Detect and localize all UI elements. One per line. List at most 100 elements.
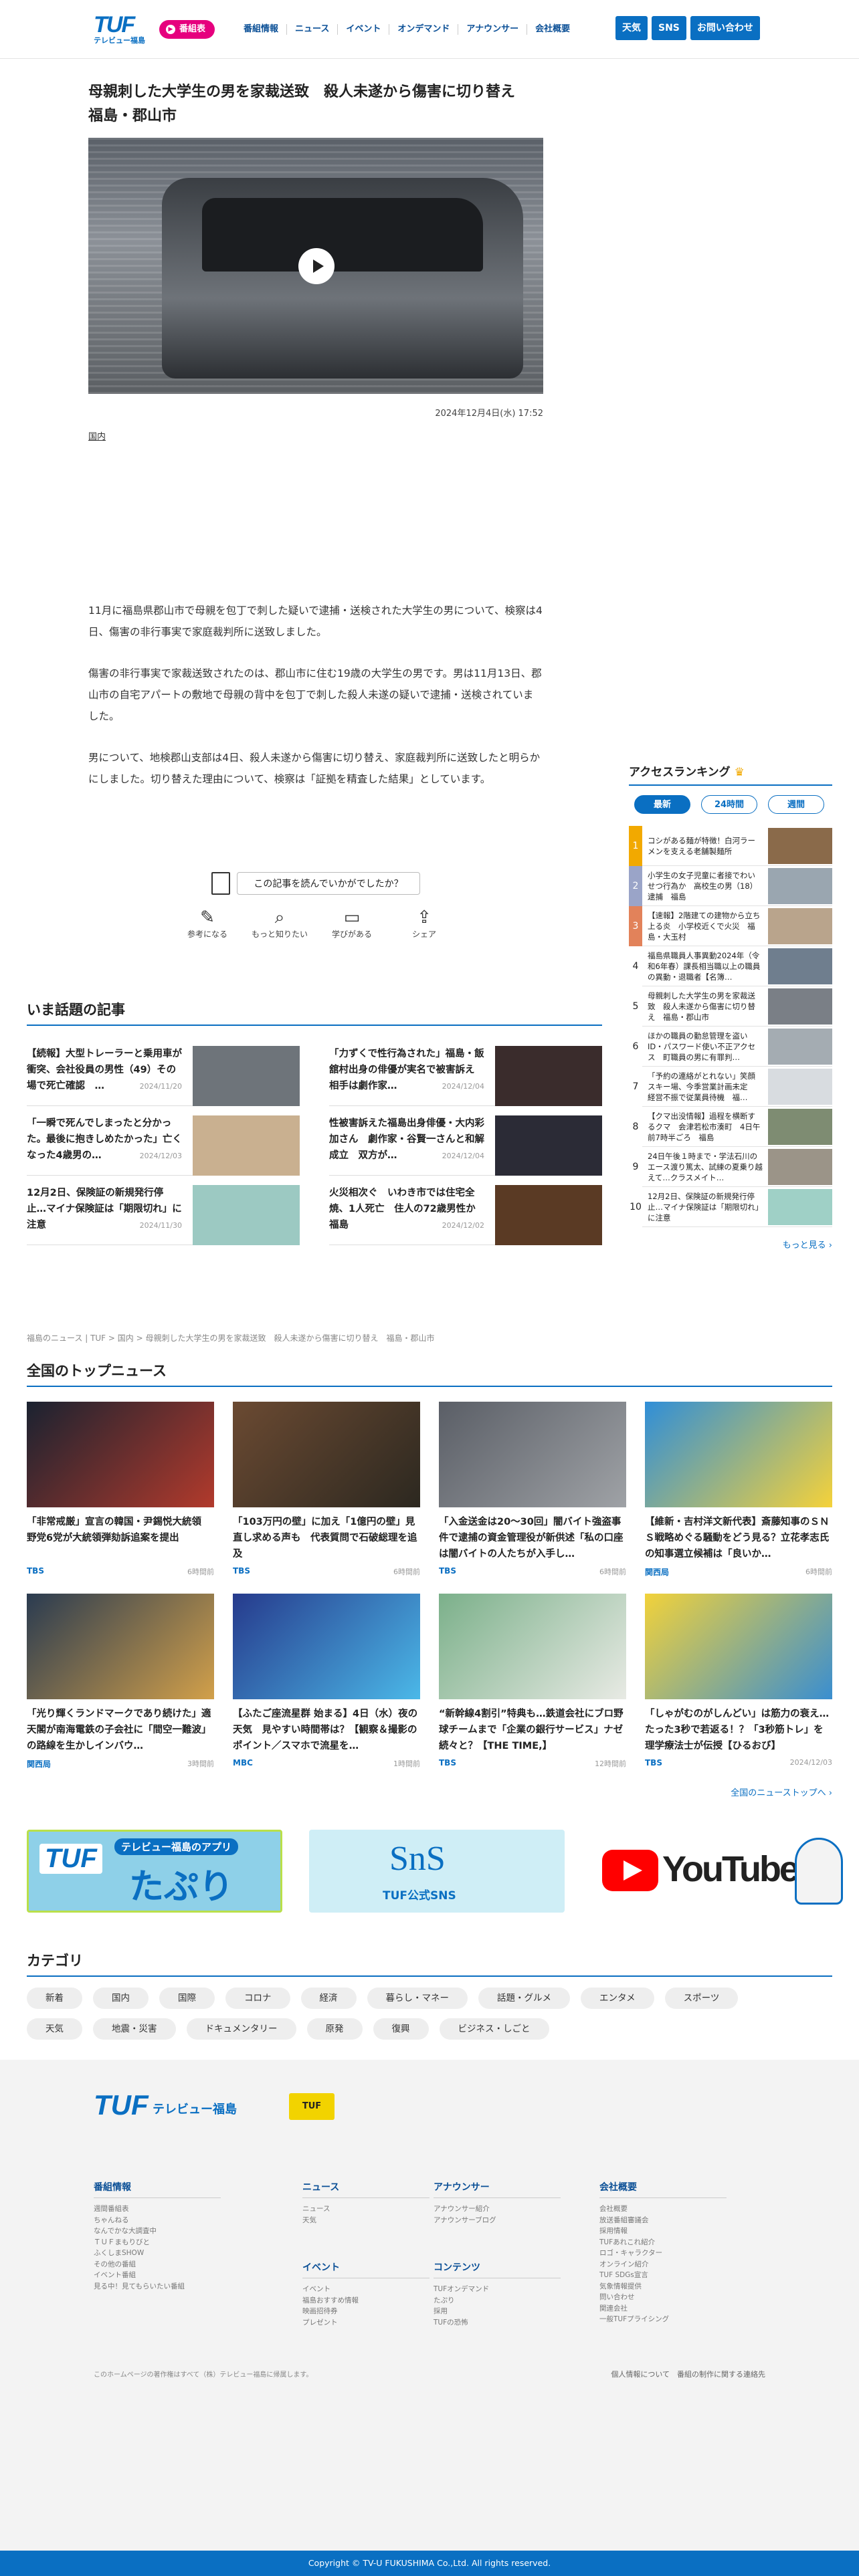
- sns-button[interactable]: SNS: [652, 16, 686, 40]
- footer-link[interactable]: TUFあれこれ紹介: [599, 2237, 727, 2248]
- top-news-card[interactable]: 「103万円の壁」に加え「1億円の壁」見直し求める声も 代表質問で石破総理を追及…: [233, 1402, 420, 1578]
- ranking-item[interactable]: 1 コシがある麺が特徴！白河ラーメンを支える老舗製麺所: [629, 825, 832, 866]
- footer-link[interactable]: イベント: [302, 2284, 430, 2295]
- category-chip[interactable]: 地震・災害: [93, 2018, 176, 2040]
- category-chip[interactable]: 原発: [306, 2018, 363, 2040]
- app-banner[interactable]: TUF テレビュー福島のアプリ たぷり: [27, 1830, 282, 1913]
- footer-link[interactable]: プレゼント: [302, 2317, 430, 2329]
- footer-column-title[interactable]: コンテンツ: [434, 2260, 561, 2278]
- footer-link[interactable]: 放送番組審議会: [599, 2215, 727, 2226]
- ranking-item[interactable]: 3 【速報】2階建ての建物から立ち上る炎 小学校近くで火災 福島・大玉村: [629, 905, 832, 946]
- top-news-card[interactable]: 【ふたご座流星群 始まる】4日（水）夜の天気 見やすい時間帯は？【観察＆撮影のポ…: [233, 1594, 420, 1769]
- footer-link[interactable]: 気象情報提供: [599, 2281, 727, 2292]
- ranking-more-link[interactable]: もっと見る ›: [629, 1238, 832, 1251]
- category-chip[interactable]: 新着: [27, 1988, 82, 2009]
- top-news-card[interactable]: 「しゃがむのがしんどい」は筋力の衰え…たった3秒で若返る！？「3秒筋トレ」を理学…: [645, 1594, 832, 1769]
- footer-link[interactable]: ニュース: [302, 2204, 430, 2215]
- nav-item-company[interactable]: 会社概要: [527, 24, 578, 35]
- reaction-helpful-button[interactable]: ✎ 参考になる: [179, 907, 235, 940]
- footer-link[interactable]: 見る中！見てもらいたい番組: [94, 2281, 221, 2292]
- reaction-learn-button[interactable]: ▭ 学びがある: [324, 907, 380, 940]
- footer-link[interactable]: TUF SDGs宣言: [599, 2270, 727, 2281]
- footer-link[interactable]: 会社概要: [599, 2204, 727, 2215]
- top-news-card[interactable]: 「非常戒厳」宣言の韓国・尹錫悦大統領 野党6党が大統領弾劾訴追案を提出 TBS 6時…: [27, 1402, 214, 1578]
- category-chip[interactable]: ビジネス・しごと: [439, 2018, 549, 2040]
- top-news-card[interactable]: 「入金送金は20～30回」闇バイト強盗事件で逮捕の資金管理役が新供述「私の口座は…: [439, 1402, 626, 1578]
- footer-link[interactable]: 一般TUFプライシング: [599, 2314, 727, 2325]
- ranking-item[interactable]: 2 小学生の女子児童に者接でわいせつ行為か 高校生の男（18）逮捕 福島: [629, 865, 832, 906]
- footer-link[interactable]: アナウンサーブログ: [434, 2215, 561, 2226]
- hot-article[interactable]: 「力ずくで性行為された」福島・飯舘村出身の俳優が実名で被害訴え 相手は劇作家… 2…: [329, 1037, 602, 1106]
- tab-weekly[interactable]: 週間: [768, 795, 824, 814]
- top-news-more-link[interactable]: 全国のニューストップへ ›: [27, 1786, 832, 1798]
- category-chip[interactable]: 話題・グルメ: [478, 1988, 570, 2009]
- footer-link[interactable]: ふくしまSHOW: [94, 2248, 221, 2259]
- category-chip[interactable]: ドキュメンタリー: [186, 2018, 296, 2040]
- ranking-item[interactable]: 4 福島県職員人事異動2024年（令和6年春）課長相当職以上の職員の異動・退職者【…: [629, 946, 832, 986]
- category-chip[interactable]: 国際: [159, 1988, 215, 2009]
- footer-link[interactable]: オンライン紹介: [599, 2259, 727, 2270]
- program-guide-button[interactable]: ▶ 番組表: [159, 20, 215, 39]
- footer-link[interactable]: なんでかな大調査中: [94, 2226, 221, 2237]
- site-logo[interactable]: TUF テレビュー福島: [94, 13, 147, 45]
- footer-link[interactable]: 関連会社: [599, 2303, 727, 2315]
- hot-article[interactable]: 【続報】大型トレーラーと乗用車が衝突、会社役員の男性（49）その場で死亡確認 ……: [27, 1037, 300, 1106]
- category-chip[interactable]: エンタメ: [581, 1988, 654, 2009]
- footer-column-title[interactable]: 会社概要: [599, 2180, 727, 2198]
- category-chip[interactable]: 復興: [373, 2018, 429, 2040]
- hot-article[interactable]: 火災相次ぐ いわき市では住宅全焼、1人死亡 住人の72歳男性か 福島 2024/1…: [329, 1176, 602, 1245]
- category-chip[interactable]: スポーツ: [664, 1988, 739, 2009]
- top-news-card[interactable]: 【維新・吉村洋文新代表】斎藤知事のＳＮＳ戦略めぐる騒動をどう見る？立花孝志氏の知…: [645, 1402, 832, 1578]
- footer-link[interactable]: 週間番組表: [94, 2204, 221, 2215]
- footer-link[interactable]: 天気: [302, 2215, 430, 2226]
- footer-link[interactable]: 映画招待券: [302, 2306, 430, 2317]
- nav-item-events[interactable]: イベント: [337, 24, 389, 35]
- nav-item-ondemand[interactable]: オンデマンド: [389, 24, 458, 35]
- nav-item-news[interactable]: ニュース: [286, 24, 337, 35]
- sns-banner[interactable]: SnS TUF公式SNS: [309, 1830, 565, 1913]
- hot-article[interactable]: 性被害訴えた福島出身俳優・大内彩加さん 劇作家・谷賢一さんと和解成立 双方が… 2…: [329, 1106, 602, 1176]
- footer-link[interactable]: TUFの恐怖: [434, 2317, 561, 2329]
- footer-link[interactable]: 採用: [434, 2306, 561, 2317]
- footer-column-title[interactable]: 番組情報: [94, 2180, 221, 2198]
- category-chip[interactable]: 国内: [93, 1988, 149, 2009]
- footer-column-title[interactable]: ニュース: [302, 2180, 430, 2198]
- nav-item-announcers[interactable]: アナウンサー: [458, 24, 527, 35]
- contact-button[interactable]: お問い合わせ: [690, 16, 760, 40]
- ranking-item[interactable]: 9 24日午後１時まで・学法石川のエース渡り篤太、試練の夏乗り越えて…クラスメイト…: [629, 1146, 832, 1187]
- hot-article[interactable]: 「一瞬で死んでしまったと分かった。最後に抱きしめたかった」亡くなった4歳男の… 2…: [27, 1106, 300, 1176]
- video-player[interactable]: [88, 138, 543, 394]
- share-button[interactable]: ⇪ シェア: [396, 907, 452, 940]
- footer-column-title[interactable]: イベント: [302, 2260, 430, 2278]
- category-chip[interactable]: コロナ: [225, 1988, 290, 2009]
- tab-latest[interactable]: 最新: [634, 795, 690, 814]
- footer-logo[interactable]: TUF: [94, 2089, 149, 2121]
- weather-button[interactable]: 天気: [615, 16, 648, 40]
- category-chip[interactable]: 暮らし・マネー: [367, 1988, 468, 2009]
- footer-link[interactable]: その他の番組: [94, 2259, 221, 2270]
- footer-link[interactable]: ＴＵＦまもりびと: [94, 2237, 221, 2248]
- ranking-item[interactable]: 7 「予約の連絡がとれない」笑顔スキー場、今季営業計画未定 経営不振で従業員待機 …: [629, 1066, 832, 1107]
- footer-link[interactable]: 採用情報: [599, 2226, 727, 2237]
- footer-link[interactable]: アナウンサー紹介: [434, 2204, 561, 2215]
- ranking-item[interactable]: 5 母親刺した大学生の男を家裁送致 殺人未遂から傷害に切り替え 福島・郡山市: [629, 986, 832, 1027]
- youtube-banner[interactable]: YouTube: [591, 1830, 847, 1913]
- play-icon[interactable]: [298, 248, 335, 284]
- top-news-card[interactable]: “新幹線4割引”特典も…鉄道会社にブロ野球チームまで「企業の銀行サービス」ナゼ続…: [439, 1594, 626, 1769]
- footer-link[interactable]: 問い合わせ: [599, 2292, 727, 2303]
- footer-link[interactable]: TUFオンデマンド: [434, 2284, 561, 2295]
- footer-column-title[interactable]: アナウンサー: [434, 2180, 561, 2198]
- ranking-item[interactable]: 8 【クマ出没情報】過程を横断するクマ 会津若松市湊町 4日午前7時半ごろ 福島: [629, 1106, 832, 1147]
- top-news-card[interactable]: 「光り輝くランドマークであり続けた」適天閣が南海電鉄の子会社に「間空一難波」の路…: [27, 1594, 214, 1769]
- footer-link[interactable]: イベント番組: [94, 2270, 221, 2281]
- footer-link[interactable]: 福島おすすめ情報: [302, 2295, 430, 2306]
- category-chip[interactable]: 天気: [27, 2018, 82, 2040]
- footer-link[interactable]: ちゃんねる: [94, 2215, 221, 2226]
- tab-24h[interactable]: 24時間: [701, 795, 757, 814]
- reaction-more-button[interactable]: ⌕ もっと知りたい: [252, 907, 308, 940]
- ranking-item[interactable]: 10 12月2日、保険証の新規発行停止…マイナ保険証は「期限切れ」に注意: [629, 1186, 832, 1227]
- category-chip[interactable]: 経済: [300, 1988, 357, 2009]
- footer-link[interactable]: たぷり: [434, 2295, 561, 2306]
- nav-item-programs[interactable]: 番組情報: [235, 24, 286, 35]
- footer-links[interactable]: 個人情報について 番組の制作に関する連絡先: [611, 2369, 765, 2379]
